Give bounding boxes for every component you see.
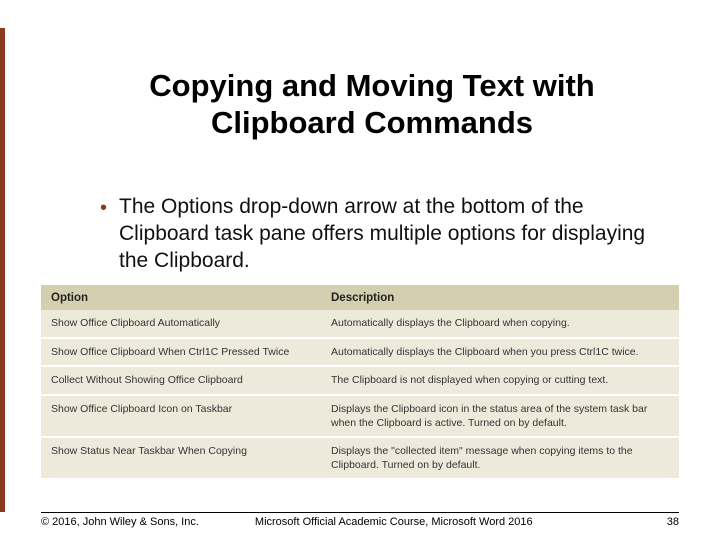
footer: © 2016, John Wiley & Sons, Inc. Microsof… — [41, 512, 679, 528]
cell-option: Show Office Clipboard Automatically — [41, 310, 321, 338]
cell-option: Show Office Clipboard Icon on Taskbar — [41, 395, 321, 437]
table-row: Collect Without Showing Office Clipboard… — [41, 366, 679, 395]
table-row: Show Status Near Taskbar When Copying Di… — [41, 437, 679, 478]
slide: Copying and Moving Text with Clipboard C… — [0, 0, 720, 540]
table-row: Show Office Clipboard When Ctrl1C Presse… — [41, 338, 679, 367]
header-description: Description — [321, 285, 679, 310]
footer-page-number: 38 — [667, 516, 679, 528]
cell-description: Displays the "collected item" message wh… — [321, 437, 679, 478]
cell-option: Collect Without Showing Office Clipboard — [41, 366, 321, 395]
options-table: Option Description Show Office Clipboard… — [41, 285, 679, 478]
table-row: Show Office Clipboard Automatically Auto… — [41, 310, 679, 338]
bullet-item: • The Options drop-down arrow at the bot… — [100, 194, 660, 275]
footer-copyright: © 2016, John Wiley & Sons, Inc. — [41, 516, 199, 528]
cell-description: The Clipboard is not displayed when copy… — [321, 366, 679, 395]
table-header-row: Option Description — [41, 285, 679, 310]
cell-option: Show Office Clipboard When Ctrl1C Presse… — [41, 338, 321, 367]
cell-description: Automatically displays the Clipboard whe… — [321, 338, 679, 367]
footer-course: Microsoft Official Academic Course, Micr… — [199, 516, 667, 528]
cell-description: Displays the Clipboard icon in the statu… — [321, 395, 679, 437]
bullet-icon: • — [100, 196, 107, 220]
header-option: Option — [41, 285, 321, 310]
accent-bar — [0, 28, 5, 512]
bullet-text: The Options drop-down arrow at the botto… — [119, 194, 660, 275]
cell-option: Show Status Near Taskbar When Copying — [41, 437, 321, 478]
slide-title: Copying and Moving Text with Clipboard C… — [92, 68, 652, 141]
cell-description: Automatically displays the Clipboard whe… — [321, 310, 679, 338]
table-row: Show Office Clipboard Icon on Taskbar Di… — [41, 395, 679, 437]
